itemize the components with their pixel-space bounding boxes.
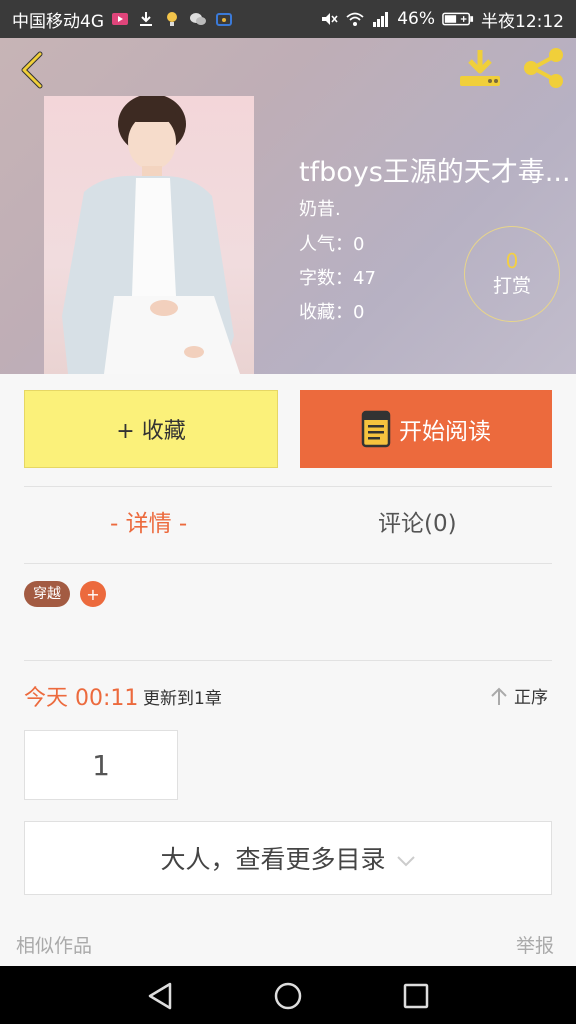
update-description: 更新到1章	[143, 689, 222, 709]
battery-icon	[441, 9, 475, 29]
chevron-left-icon	[21, 51, 43, 89]
bulb-icon	[162, 9, 182, 29]
nav-recent-button[interactable]	[398, 978, 434, 1014]
wechat-icon	[188, 9, 208, 29]
square-recent-icon	[403, 983, 429, 1009]
back-button[interactable]	[14, 50, 50, 90]
nav-home-button[interactable]	[270, 978, 306, 1014]
nav-back-button[interactable]	[142, 978, 178, 1014]
book-title: tfboys王源的天才毒...	[299, 157, 571, 188]
tab-detail[interactable]: - 详情 -	[110, 504, 187, 538]
circle-home-icon	[274, 982, 302, 1010]
collect-button[interactable]: + 收藏	[24, 390, 278, 468]
divider	[24, 563, 552, 564]
book-word-count: 字数：47	[299, 268, 376, 289]
sort-order-button[interactable]: 正序	[488, 683, 548, 708]
share-icon	[524, 48, 563, 88]
start-reading-label: 开始阅读	[399, 419, 491, 445]
status-right: 46% 半夜12:12	[319, 7, 564, 32]
book-icon	[361, 410, 391, 448]
update-time: 今天 00:11	[24, 686, 139, 711]
sort-order-label: 正序	[514, 688, 548, 708]
download-icon	[136, 9, 156, 29]
cover-photo	[62, 96, 240, 374]
collect-button-label: + 收藏	[116, 419, 186, 444]
status-left: 中国移动4G	[12, 7, 234, 32]
mute-icon	[319, 9, 339, 29]
wifi-icon	[345, 9, 365, 29]
system-nav-bar	[0, 966, 576, 1024]
start-reading-button[interactable]: 开始阅读	[300, 390, 552, 468]
signal-icon	[371, 9, 391, 29]
divider	[24, 486, 552, 487]
carrier-label: 中国移动4G	[12, 11, 104, 32]
add-tag-button[interactable]: +	[80, 581, 106, 607]
battery-percent: 46%	[397, 9, 435, 29]
tip-label: 打赏	[492, 275, 531, 297]
book-author[interactable]: 奶昔.	[299, 195, 341, 221]
status-bar: 中国移动4G 46% 半夜12:12	[0, 0, 576, 38]
chapter-item[interactable]: 1	[24, 730, 178, 800]
book-cover-image[interactable]	[44, 96, 254, 374]
book-popularity: 人气：0	[299, 234, 365, 255]
book-collections: 收藏：0	[299, 302, 365, 323]
book-header: tfboys王源的天才毒... 奶昔. 人气：0 字数：47 收藏：0 0 打赏	[0, 38, 576, 374]
tag-chip[interactable]: 穿越	[24, 581, 70, 607]
download-button[interactable]	[456, 46, 504, 90]
tip-button[interactable]: 0 打赏	[464, 226, 560, 322]
chevron-down-icon	[396, 856, 415, 867]
more-catalog-label: 大人，查看更多目录	[160, 845, 386, 874]
triangle-back-icon	[148, 982, 172, 1010]
download-icon	[460, 50, 500, 86]
more-catalog-button[interactable]: 大人，查看更多目录	[24, 821, 552, 895]
vpn-icon	[214, 9, 234, 29]
divider	[24, 660, 552, 661]
clock: 半夜12:12	[481, 11, 564, 32]
report-button[interactable]: 举报	[516, 931, 554, 958]
similar-works-label: 相似作品	[16, 935, 93, 957]
tip-count: 0	[505, 249, 519, 273]
arrow-up-icon	[491, 687, 507, 705]
tab-comments[interactable]: 评论(0)	[378, 504, 457, 538]
share-button[interactable]	[520, 46, 568, 90]
video-app-icon	[110, 9, 130, 29]
